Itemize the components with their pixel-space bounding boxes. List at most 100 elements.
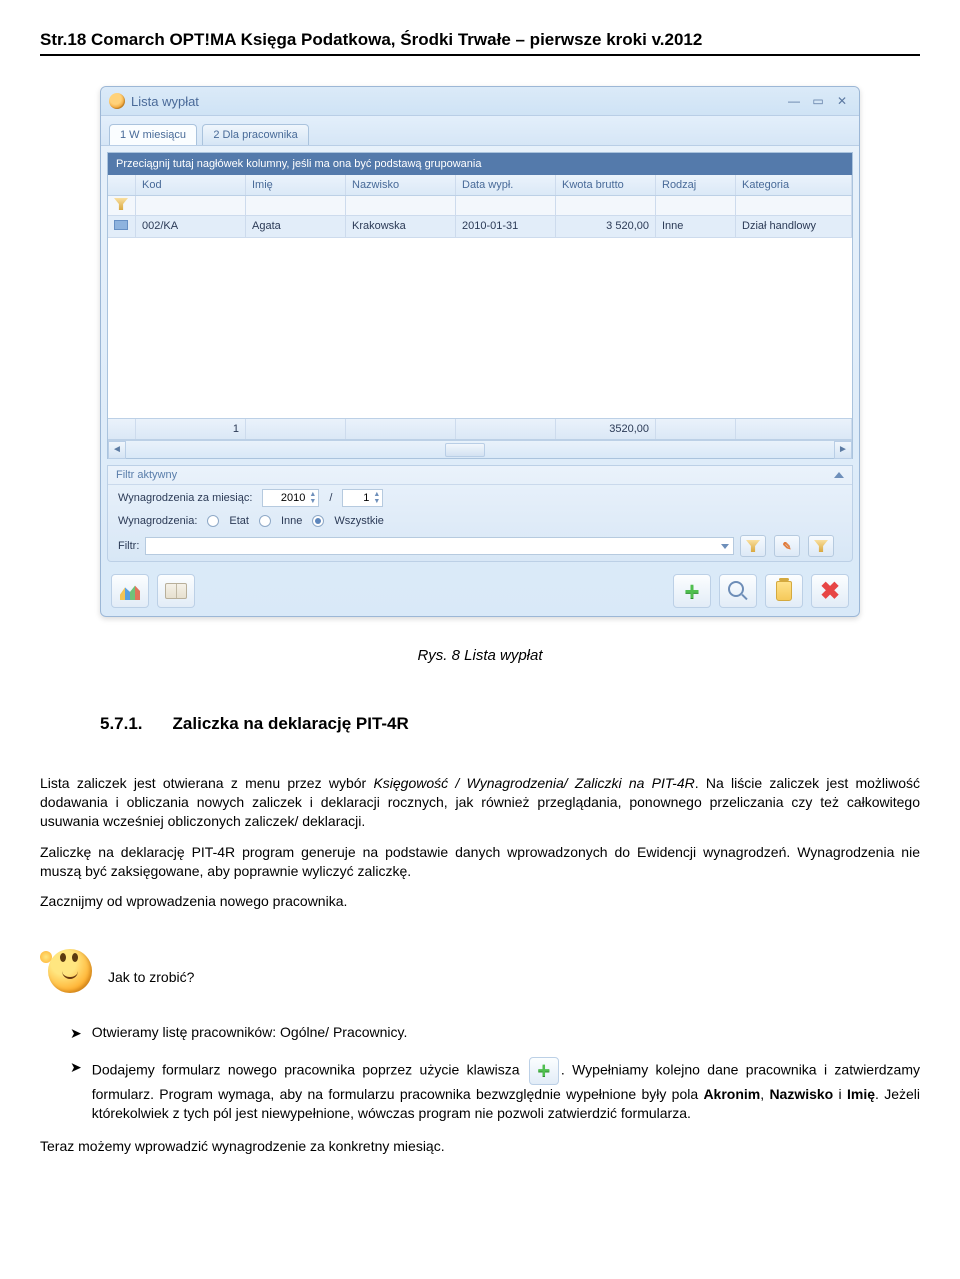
funnel-icon	[114, 198, 128, 210]
row-icon	[114, 220, 128, 230]
page-header: Str.18 Comarch OPT!MA Księga Podatkowa, …	[40, 30, 920, 56]
col-imie[interactable]: Imię	[246, 175, 346, 195]
search-button[interactable]	[719, 574, 757, 608]
month-up[interactable]: ▲	[373, 491, 380, 498]
x-icon: ✖	[820, 577, 840, 606]
filter-data[interactable]	[456, 196, 556, 215]
book-icon	[165, 583, 187, 599]
add-button[interactable]: +	[673, 574, 711, 608]
book-button[interactable]	[157, 574, 195, 608]
grid-header: Kod Imię Nazwisko Data wypł. Kwota brutt…	[108, 175, 852, 196]
grid-body	[108, 238, 852, 418]
col-data[interactable]: Data wypł.	[456, 175, 556, 195]
section-title: Zaliczka na deklarację PIT-4R	[173, 714, 409, 734]
app-window: Lista wypłat — ▭ ✕ 1 W miesiącu 2 Dla pr…	[100, 86, 860, 617]
cell-kategoria: Dział handlowy	[736, 216, 852, 237]
year-down[interactable]: ▼	[309, 498, 316, 505]
bin-button[interactable]	[765, 574, 803, 608]
delete-button[interactable]: ✖	[811, 574, 849, 608]
bin-icon	[776, 581, 792, 601]
month-down[interactable]: ▼	[373, 498, 380, 505]
label-type: Wynagrodzenia:	[118, 515, 197, 527]
step-2: ➤ Dodajemy formularz nowego pracownika p…	[70, 1057, 920, 1123]
filter-kategoria[interactable]	[736, 196, 852, 215]
tip-label: Jak to zrobić?	[108, 969, 194, 993]
close-button[interactable]: ✕	[833, 93, 851, 109]
figure-caption: Rys. 8 Lista wypłat	[40, 647, 920, 664]
year-input[interactable]	[265, 491, 307, 505]
filter-panel-header[interactable]: Filtr aktywny	[108, 466, 852, 485]
filter-apply-button[interactable]	[740, 535, 766, 557]
table-row[interactable]: 002/KA Agata Krakowska 2010-01-31 3 520,…	[108, 216, 852, 238]
col-kategoria[interactable]: Kategoria	[736, 175, 852, 195]
titlebar: Lista wypłat — ▭ ✕	[101, 87, 859, 116]
col-nazwisko[interactable]: Nazwisko	[346, 175, 456, 195]
col-selector[interactable]	[108, 175, 136, 195]
section-number: 5.7.1.	[100, 714, 143, 734]
filter-kod[interactable]	[136, 196, 246, 215]
scroll-left-button[interactable]: ◄	[108, 441, 126, 459]
collapse-icon	[834, 472, 844, 478]
filter-tools: ✎	[740, 535, 842, 557]
bullet-arrow-icon: ➤	[70, 1024, 82, 1043]
filter-kwota[interactable]	[556, 196, 656, 215]
plus-icon: +	[537, 1056, 550, 1086]
summary-count: 1	[136, 419, 246, 439]
group-by-bar[interactable]: Przeciągnij tutaj nagłówek kolumny, jeśl…	[108, 153, 852, 175]
filter-row-filter: Filtr: ✎	[108, 531, 852, 561]
plus-icon: +	[684, 576, 699, 607]
cell-kod: 002/KA	[136, 216, 246, 237]
scroll-right-button[interactable]: ►	[834, 441, 852, 459]
tabs: 1 W miesiącu 2 Dla pracownika	[101, 116, 859, 146]
chart-button[interactable]	[111, 574, 149, 608]
radio-etat[interactable]	[207, 515, 219, 527]
radio-wszystkie[interactable]	[312, 515, 324, 527]
filter-nazwisko[interactable]	[346, 196, 456, 215]
funnel-icon	[746, 540, 760, 552]
window-title: Lista wypłat	[131, 94, 199, 109]
tip-row: Jak to zrobić?	[40, 941, 920, 993]
filter-rodzaj[interactable]	[656, 196, 736, 215]
summary-kwota: 3520,00	[556, 419, 656, 439]
label-filter: Filtr:	[118, 540, 139, 552]
col-kwota[interactable]: Kwota brutto	[556, 175, 656, 195]
filter-row-type: Wynagrodzenia: Etat Inne Wszystkie	[108, 511, 852, 531]
paragraph-2: Zaliczkę na deklarację PIT-4R program ge…	[40, 843, 920, 881]
cell-data: 2010-01-31	[456, 216, 556, 237]
restore-button[interactable]: ▭	[809, 93, 827, 109]
filter-combo[interactable]	[145, 537, 734, 555]
radio-inne[interactable]	[259, 515, 271, 527]
filter-row-month: Wynagrodzenia za miesiąc: ▲▼ / ▲▼	[108, 485, 852, 511]
month-input[interactable]	[345, 491, 371, 505]
scroll-track[interactable]	[126, 441, 834, 459]
filter-panel: Filtr aktywny Wynagrodzenia za miesiąc: …	[107, 465, 853, 562]
paragraph-4: Teraz możemy wprowadzić wynagrodzenie za…	[40, 1137, 920, 1156]
filter-imie[interactable]	[246, 196, 346, 215]
filter-row	[108, 196, 852, 216]
col-kod[interactable]: Kod	[136, 175, 246, 195]
year-spinner[interactable]: ▲▼	[262, 489, 319, 507]
tab-for-employee[interactable]: 2 Dla pracownika	[202, 124, 308, 145]
h-scrollbar[interactable]: ◄ ►	[108, 440, 852, 458]
funnel-icon	[814, 540, 828, 552]
radio-inne-label: Inne	[281, 515, 302, 527]
filter-clear-button[interactable]: ✎	[774, 535, 800, 557]
search-icon	[728, 581, 748, 601]
inline-add-button[interactable]: +	[529, 1057, 559, 1085]
chevron-down-icon	[721, 544, 729, 549]
action-bar: + ✖	[101, 568, 859, 616]
filter-config-button[interactable]	[808, 535, 834, 557]
paragraph-1: Lista zaliczek jest otwierana z menu prz…	[40, 774, 920, 831]
section-heading: 5.7.1. Zaliczka na deklarację PIT-4R	[100, 714, 920, 734]
tab-in-month[interactable]: 1 W miesiącu	[109, 124, 197, 145]
year-up[interactable]: ▲	[309, 491, 316, 498]
minimize-button[interactable]: —	[785, 93, 803, 109]
paragraph-3: Zacznijmy od wprowadzenia nowego pracown…	[40, 892, 920, 911]
col-rodzaj[interactable]: Rodzaj	[656, 175, 736, 195]
smiley-icon	[40, 941, 92, 993]
scroll-thumb[interactable]	[445, 443, 485, 457]
label-month: Wynagrodzenia za miesiąc:	[118, 492, 252, 504]
month-spinner[interactable]: ▲▼	[342, 489, 383, 507]
radio-wszystkie-label: Wszystkie	[334, 515, 384, 527]
filter-row-icon[interactable]	[108, 196, 136, 215]
